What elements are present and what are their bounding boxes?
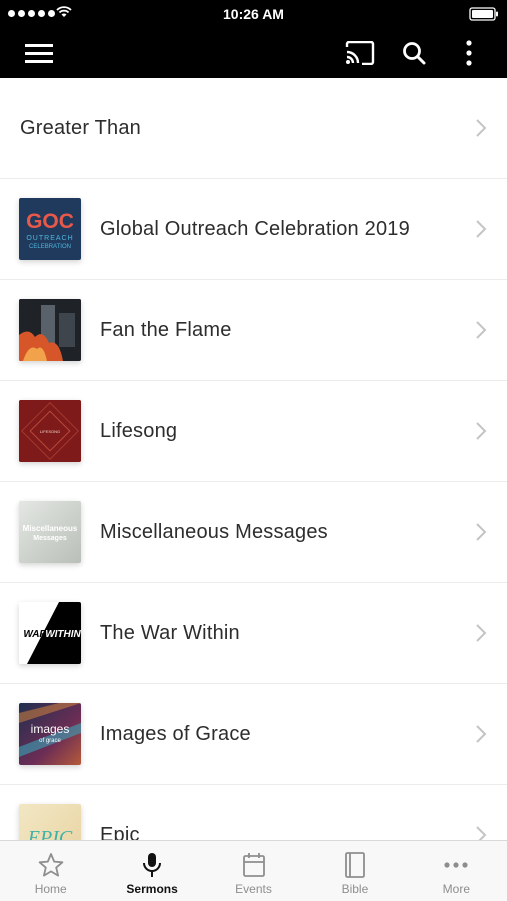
tab-label: Events	[235, 882, 272, 896]
svg-text:Miscellaneous: Miscellaneous	[23, 524, 78, 533]
goc-artwork: GOC OUTREACH CELEBRATION	[26, 210, 74, 250]
svg-text:of grace: of grace	[39, 738, 61, 744]
list-item-title: Images of Grace	[100, 722, 251, 745]
cast-icon	[345, 41, 375, 65]
more-options-button[interactable]	[452, 28, 486, 78]
svg-text:Messages: Messages	[33, 535, 67, 542]
battery-icon	[469, 7, 498, 21]
svg-text:WAR: WAR	[23, 629, 47, 640]
tab-label: Sermons	[126, 882, 178, 896]
search-icon	[403, 42, 426, 65]
list-item-images-of-grace[interactable]: images of grace Images of Grace	[0, 684, 507, 785]
series-thumbnail: WAR WITHIN	[19, 602, 81, 664]
series-thumbnail: GOC OUTREACH CELEBRATION	[19, 198, 81, 260]
list-item-title: Global Outreach Celebration 2019	[100, 217, 410, 240]
chevron-right-icon	[476, 220, 487, 238]
vertical-dots-icon	[466, 40, 472, 66]
list-item-title: Greater Than	[20, 116, 141, 139]
more-dots-icon	[444, 862, 468, 868]
tab-label: Home	[34, 882, 67, 896]
cast-button[interactable]	[338, 28, 382, 78]
chevron-right-icon	[476, 321, 487, 339]
chevron-right-icon	[476, 119, 487, 137]
search-button[interactable]	[394, 28, 434, 78]
tab-label: Bible	[341, 882, 369, 896]
star-icon	[38, 853, 64, 877]
svg-text:images: images	[31, 722, 70, 736]
list-item-greater-than[interactable]: Greater Than	[0, 78, 507, 179]
series-thumbnail: Miscellaneous Messages	[19, 501, 81, 563]
sermon-series-list: Greater Than GOC OUTREACH CELEBRATION Gl…	[0, 78, 507, 840]
list-item-title: Miscellaneous Messages	[100, 520, 328, 543]
epic-artwork: EPIC	[27, 827, 73, 840]
series-thumbnail: images of grace	[19, 703, 81, 765]
svg-text:EPIC: EPIC	[27, 827, 73, 840]
fan-the-flame-artwork	[19, 299, 81, 361]
chevron-right-icon	[476, 725, 487, 743]
book-icon	[345, 852, 365, 878]
microphone-icon	[143, 853, 162, 877]
tab-sermons[interactable]: Sermons	[101, 841, 202, 901]
chevron-right-icon	[476, 826, 487, 840]
status-time: 10:26 AM	[223, 6, 284, 22]
series-thumbnail: LIFESONG	[19, 400, 81, 462]
list-item-title: Epic	[100, 823, 140, 841]
svg-text:OUTREACH: OUTREACH	[26, 235, 73, 242]
list-item-title: Fan the Flame	[100, 318, 232, 341]
list-item-war-within[interactable]: WAR WITHIN The War Within	[0, 583, 507, 684]
tab-more[interactable]: More	[406, 841, 507, 901]
svg-text:CELEBRATION: CELEBRATION	[29, 244, 71, 250]
series-thumbnail	[19, 299, 81, 361]
svg-text:GOC: GOC	[26, 210, 74, 233]
images-of-grace-artwork: images of grace	[19, 703, 81, 757]
list-item-global-outreach[interactable]: GOC OUTREACH CELEBRATION Global Outreach…	[0, 179, 507, 280]
list-item-title: The War Within	[100, 621, 240, 644]
miscellaneous-artwork: Miscellaneous Messages	[23, 524, 78, 542]
tab-bible[interactable]: Bible	[304, 841, 405, 901]
list-item-title: Lifesong	[100, 419, 178, 442]
list-item-fan-the-flame[interactable]: Fan the Flame	[0, 280, 507, 381]
lifesong-artwork: LIFESONG	[19, 400, 81, 462]
tab-home[interactable]: Home	[0, 841, 101, 901]
hamburger-menu-icon	[25, 44, 53, 63]
calendar-icon	[242, 853, 265, 877]
app-header	[0, 28, 507, 78]
chevron-right-icon	[476, 523, 487, 541]
svg-text:WITHIN: WITHIN	[45, 629, 81, 640]
list-item-epic[interactable]: EPIC Epic	[0, 785, 507, 840]
war-within-artwork: WAR WITHIN	[19, 602, 81, 664]
status-bar: 10:26 AM	[0, 0, 507, 28]
list-item-lifesong[interactable]: LIFESONG Lifesong	[0, 381, 507, 482]
svg-text:LIFESONG: LIFESONG	[40, 429, 60, 434]
tab-label: More	[442, 882, 470, 896]
chevron-right-icon	[476, 624, 487, 642]
tab-events[interactable]: Events	[203, 841, 304, 901]
bottom-tab-bar: Home Sermons Events Bible More	[0, 840, 507, 901]
list-item-miscellaneous[interactable]: Miscellaneous Messages Miscellaneous Mes…	[0, 482, 507, 583]
chevron-right-icon	[476, 422, 487, 440]
series-thumbnail: EPIC	[19, 804, 81, 840]
menu-button[interactable]	[18, 28, 60, 78]
